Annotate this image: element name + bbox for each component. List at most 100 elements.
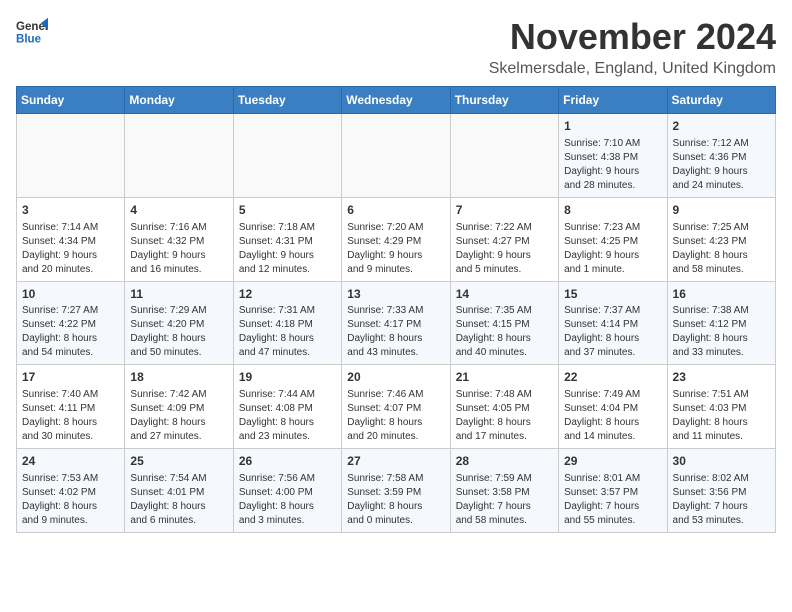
calendar-header-tuesday: Tuesday: [233, 87, 341, 114]
calendar-cell: 28 Sunrise: 7:59 AM Sunset: 3:58 PM Dayli…: [450, 449, 558, 533]
calendar-cell: 25 Sunrise: 7:54 AM Sunset: 4:01 PM Dayli…: [125, 449, 233, 533]
day-number: 5: [239, 202, 336, 219]
calendar-cell: 9Sunrise: 7:25 AM Sunset: 4:23 PM Daylig…: [667, 197, 775, 281]
calendar-cell: 11Sunrise: 7:29 AM Sunset: 4:20 PM Dayli…: [125, 281, 233, 365]
calendar-header-friday: Friday: [559, 87, 667, 114]
day-info: Sunrise: 7:42 AM Sunset: 4:09 PM Dayligh…: [130, 388, 227, 444]
calendar-header-monday: Monday: [125, 87, 233, 114]
calendar-week-3: 10Sunrise: 7:27 AM Sunset: 4:22 PM Dayli…: [17, 281, 776, 365]
calendar-cell: 23 Sunrise: 7:51 AM Sunset: 4:03 PM Dayli…: [667, 365, 775, 449]
day-info: Sunrise: 7:10 AM Sunset: 4:38 PM Dayligh…: [564, 137, 661, 193]
day-number: 12: [239, 286, 336, 303]
day-info: Sunrise: 7:23 AM Sunset: 4:25 PM Dayligh…: [564, 221, 661, 277]
calendar-cell: 7 Sunrise: 7:22 AM Sunset: 4:27 PM Daylig…: [450, 197, 558, 281]
day-number: 8: [564, 202, 661, 219]
calendar-cell: 26Sunrise: 7:56 AM Sunset: 4:00 PM Dayli…: [233, 449, 341, 533]
calendar-cell: 21Sunrise: 7:48 AM Sunset: 4:05 PM Dayli…: [450, 365, 558, 449]
calendar-cell: [450, 114, 558, 198]
calendar-cell: 2 Sunrise: 7:12 AM Sunset: 4:36 PM Daylig…: [667, 114, 775, 198]
calendar-cell: 6 Sunrise: 7:20 AM Sunset: 4:29 PM Daylig…: [342, 197, 450, 281]
calendar-cell: 10Sunrise: 7:27 AM Sunset: 4:22 PM Dayli…: [17, 281, 125, 365]
day-number: 17: [22, 369, 119, 386]
day-info: Sunrise: 7:16 AM Sunset: 4:32 PM Dayligh…: [130, 221, 227, 277]
calendar-cell: 1Sunrise: 7:10 AM Sunset: 4:38 PM Daylig…: [559, 114, 667, 198]
calendar-cell: 8 Sunrise: 7:23 AM Sunset: 4:25 PM Daylig…: [559, 197, 667, 281]
day-info: Sunrise: 7:14 AM Sunset: 4:34 PM Dayligh…: [22, 221, 119, 277]
day-info: Sunrise: 7:22 AM Sunset: 4:27 PM Dayligh…: [456, 221, 553, 277]
calendar-cell: [17, 114, 125, 198]
day-number: 7: [456, 202, 553, 219]
calendar-cell: 29 Sunrise: 8:01 AM Sunset: 3:57 PM Dayli…: [559, 449, 667, 533]
day-info: Sunrise: 7:35 AM Sunset: 4:15 PM Dayligh…: [456, 304, 553, 360]
day-info: Sunrise: 7:40 AM Sunset: 4:11 PM Dayligh…: [22, 388, 119, 444]
day-number: 11: [130, 286, 227, 303]
calendar-cell: 3Sunrise: 7:14 AM Sunset: 4:34 PM Daylig…: [17, 197, 125, 281]
day-info: Sunrise: 7:27 AM Sunset: 4:22 PM Dayligh…: [22, 304, 119, 360]
day-info: Sunrise: 7:56 AM Sunset: 4:00 PM Dayligh…: [239, 472, 336, 528]
day-info: Sunrise: 7:53 AM Sunset: 4:02 PM Dayligh…: [22, 472, 119, 528]
calendar-cell: 27Sunrise: 7:58 AM Sunset: 3:59 PM Dayli…: [342, 449, 450, 533]
day-number: 6: [347, 202, 444, 219]
day-info: Sunrise: 7:51 AM Sunset: 4:03 PM Dayligh…: [673, 388, 770, 444]
calendar-header-thursday: Thursday: [450, 87, 558, 114]
day-info: Sunrise: 7:37 AM Sunset: 4:14 PM Dayligh…: [564, 304, 661, 360]
calendar-header-sunday: Sunday: [17, 87, 125, 114]
day-info: Sunrise: 7:46 AM Sunset: 4:07 PM Dayligh…: [347, 388, 444, 444]
day-info: Sunrise: 7:29 AM Sunset: 4:20 PM Dayligh…: [130, 304, 227, 360]
day-number: 30: [673, 453, 770, 470]
day-info: Sunrise: 7:12 AM Sunset: 4:36 PM Dayligh…: [673, 137, 770, 193]
calendar-week-1: 1Sunrise: 7:10 AM Sunset: 4:38 PM Daylig…: [17, 114, 776, 198]
calendar-cell: 5Sunrise: 7:18 AM Sunset: 4:31 PM Daylig…: [233, 197, 341, 281]
day-info: Sunrise: 8:01 AM Sunset: 3:57 PM Dayligh…: [564, 472, 661, 528]
day-info: Sunrise: 7:48 AM Sunset: 4:05 PM Dayligh…: [456, 388, 553, 444]
month-title: November 2024: [489, 16, 776, 58]
day-number: 14: [456, 286, 553, 303]
calendar-cell: 14Sunrise: 7:35 AM Sunset: 4:15 PM Dayli…: [450, 281, 558, 365]
day-info: Sunrise: 7:25 AM Sunset: 4:23 PM Dayligh…: [673, 221, 770, 277]
day-info: Sunrise: 7:31 AM Sunset: 4:18 PM Dayligh…: [239, 304, 336, 360]
calendar-cell: 17 Sunrise: 7:40 AM Sunset: 4:11 PM Dayli…: [17, 365, 125, 449]
calendar-cell: 30 Sunrise: 8:02 AM Sunset: 3:56 PM Dayli…: [667, 449, 775, 533]
day-number: 25: [130, 453, 227, 470]
day-info: Sunrise: 7:59 AM Sunset: 3:58 PM Dayligh…: [456, 472, 553, 528]
day-number: 19: [239, 369, 336, 386]
calendar-cell: 19 Sunrise: 7:44 AM Sunset: 4:08 PM Dayli…: [233, 365, 341, 449]
day-number: 23: [673, 369, 770, 386]
day-number: 2: [673, 118, 770, 135]
logo-icon: General Blue: [16, 16, 48, 48]
day-number: 29: [564, 453, 661, 470]
calendar-cell: 16Sunrise: 7:38 AM Sunset: 4:12 PM Dayli…: [667, 281, 775, 365]
calendar-cell: 12Sunrise: 7:31 AM Sunset: 4:18 PM Dayli…: [233, 281, 341, 365]
day-number: 16: [673, 286, 770, 303]
day-info: Sunrise: 7:58 AM Sunset: 3:59 PM Dayligh…: [347, 472, 444, 528]
day-number: 24: [22, 453, 119, 470]
header: General Blue November 2024 Skelmersdale,…: [16, 16, 776, 78]
calendar-cell: 4 Sunrise: 7:16 AM Sunset: 4:32 PM Daylig…: [125, 197, 233, 281]
location-title: Skelmersdale, England, United Kingdom: [489, 60, 776, 78]
day-info: Sunrise: 7:38 AM Sunset: 4:12 PM Dayligh…: [673, 304, 770, 360]
day-info: Sunrise: 7:49 AM Sunset: 4:04 PM Dayligh…: [564, 388, 661, 444]
calendar-header-row: SundayMondayTuesdayWednesdayThursdayFrid…: [17, 87, 776, 114]
calendar-week-5: 24 Sunrise: 7:53 AM Sunset: 4:02 PM Dayli…: [17, 449, 776, 533]
calendar-cell: 15Sunrise: 7:37 AM Sunset: 4:14 PM Dayli…: [559, 281, 667, 365]
day-number: 22: [564, 369, 661, 386]
day-number: 28: [456, 453, 553, 470]
calendar-cell: [125, 114, 233, 198]
day-number: 18: [130, 369, 227, 386]
calendar-cell: 13Sunrise: 7:33 AM Sunset: 4:17 PM Dayli…: [342, 281, 450, 365]
calendar-header-wednesday: Wednesday: [342, 87, 450, 114]
day-info: Sunrise: 7:20 AM Sunset: 4:29 PM Dayligh…: [347, 221, 444, 277]
day-info: Sunrise: 7:54 AM Sunset: 4:01 PM Dayligh…: [130, 472, 227, 528]
day-info: Sunrise: 8:02 AM Sunset: 3:56 PM Dayligh…: [673, 472, 770, 528]
day-info: Sunrise: 7:44 AM Sunset: 4:08 PM Dayligh…: [239, 388, 336, 444]
calendar-header-saturday: Saturday: [667, 87, 775, 114]
day-number: 4: [130, 202, 227, 219]
day-number: 13: [347, 286, 444, 303]
logo: General Blue: [16, 16, 48, 48]
day-info: Sunrise: 7:33 AM Sunset: 4:17 PM Dayligh…: [347, 304, 444, 360]
day-number: 15: [564, 286, 661, 303]
calendar-week-4: 17 Sunrise: 7:40 AM Sunset: 4:11 PM Dayli…: [17, 365, 776, 449]
svg-text:Blue: Blue: [16, 34, 42, 46]
title-area: November 2024 Skelmersdale, England, Uni…: [489, 16, 776, 78]
calendar-week-2: 3Sunrise: 7:14 AM Sunset: 4:34 PM Daylig…: [17, 197, 776, 281]
